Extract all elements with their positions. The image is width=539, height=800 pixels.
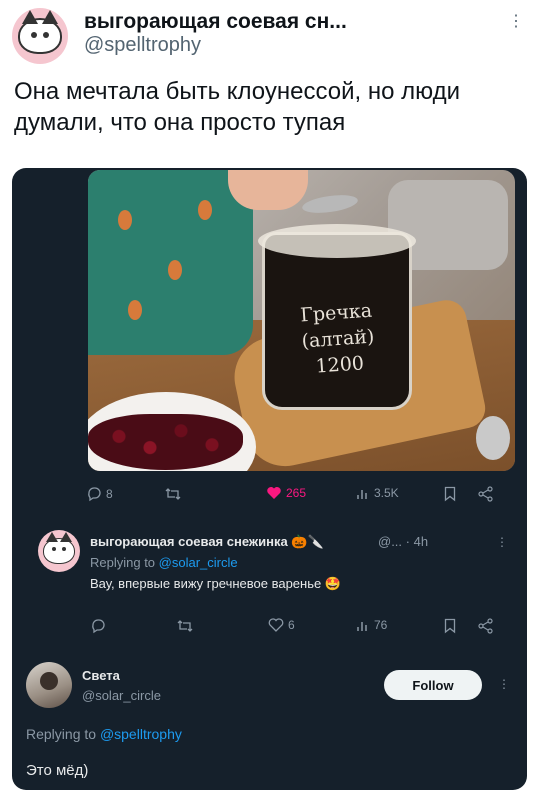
reply-bookmark-action[interactable] (444, 618, 456, 634)
bottom-reply-text: Это мёд) (26, 762, 89, 779)
spoon (301, 192, 359, 216)
heart-icon (267, 487, 281, 499)
bottom-replying-link[interactable]: @spelltrophy (100, 726, 182, 742)
like-action[interactable]: 265 (266, 486, 306, 500)
reply-views-action[interactable]: 76 (356, 618, 387, 632)
action-bar: 8 265 3.5K (12, 486, 527, 508)
follow-user-name[interactable]: Света (82, 668, 120, 683)
quoted-screenshot: Гречка (алтай) 1200 8 265 3.5K выгорающа… (12, 168, 527, 790)
reply-tweet[interactable]: выгорающая соевая снежинка 🎃🔪 @... · 4h … (32, 530, 512, 606)
reply-more-icon[interactable]: ⋮ (496, 536, 508, 548)
shirt (88, 170, 253, 355)
reply-icon (88, 487, 101, 502)
share-action[interactable] (478, 486, 494, 502)
reply-action[interactable]: 8 (86, 486, 113, 502)
more-options-icon[interactable]: ⋮ (508, 14, 524, 30)
berries (88, 414, 243, 470)
author-avatar[interactable] (12, 8, 68, 64)
follow-user-handle[interactable]: @solar_circle (82, 688, 161, 703)
reply-action-bar: 6 76 (12, 618, 527, 640)
reply-author-name[interactable]: выгорающая соевая снежинка 🎃🔪 (90, 534, 324, 550)
bookmark-icon (444, 618, 456, 634)
retweet-icon (165, 488, 181, 500)
reply-like-count: 6 (288, 618, 295, 632)
share-icon (478, 618, 493, 634)
reply-avatar[interactable] (38, 530, 80, 572)
bookmark-action[interactable] (444, 486, 456, 502)
reply-reply-action[interactable] (90, 618, 110, 634)
follow-user-avatar[interactable] (26, 662, 72, 708)
retweet-icon (177, 620, 193, 632)
follow-button[interactable]: Follow (384, 670, 482, 700)
like-count: 265 (286, 486, 307, 500)
reply-icon (92, 619, 105, 634)
bottom-replying-to: Replying to @spelltrophy (26, 726, 182, 742)
spoon-2 (476, 416, 510, 460)
views-icon (357, 622, 367, 631)
reply-text: Вау, впервые вижу гречневое варенье 🤩 (90, 576, 342, 591)
follow-more-icon[interactable]: ⋮ (498, 678, 510, 690)
reply-share-action[interactable] (478, 618, 494, 634)
tweet-header: выгорающая соевая сн... @spelltrophy ⋮ (0, 0, 539, 70)
author-name[interactable]: выгорающая соевая сн... (84, 10, 347, 34)
cat-avatar-icon (43, 532, 75, 564)
reply-views-count: 76 (374, 618, 388, 632)
author-handle[interactable]: @spelltrophy (84, 34, 201, 57)
replying-to-link[interactable]: @solar_circle (159, 555, 238, 570)
jar-lid (258, 224, 416, 258)
views-action[interactable]: 3.5K (356, 486, 399, 500)
views-count: 3.5K (374, 486, 399, 500)
replying-to: Replying to @solar_circle (90, 555, 238, 570)
jar-label: Гречка (алтай) 1200 (299, 299, 376, 378)
bookmark-icon (444, 486, 456, 502)
tweet-text: Она мечтала быть клоунессой, но люди дум… (14, 78, 460, 136)
retweet-action[interactable] (164, 486, 186, 502)
hand (228, 170, 308, 210)
heart-outline-icon (268, 618, 284, 632)
reply-like-action[interactable]: 6 (268, 618, 295, 632)
reply-count: 8 (106, 487, 113, 501)
cat-avatar-icon (18, 10, 62, 54)
reply-meta: @... · 4h (378, 534, 429, 549)
reply-retweet-action[interactable] (176, 618, 198, 634)
share-icon (478, 486, 493, 502)
views-icon (357, 490, 367, 499)
tweet-photo[interactable]: Гречка (алтай) 1200 (88, 170, 515, 471)
